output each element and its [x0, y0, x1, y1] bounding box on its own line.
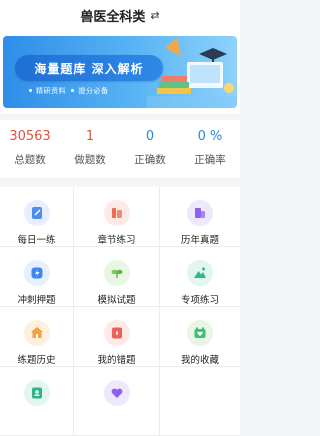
banner-section: 海量题库 深入解析 精研资料 提分必备: [0, 30, 240, 114]
stat-label: 做题数: [74, 154, 106, 166]
building-icon: [187, 200, 213, 226]
study-illustration: [147, 38, 237, 108]
menu-label: 模拟试题: [97, 295, 136, 306]
menu-item-11[interactable]: [74, 367, 160, 436]
stat-accuracy: 0 % 正确率: [180, 120, 240, 178]
house-history-icon: [23, 320, 50, 346]
user-card-icon: [23, 380, 50, 406]
menu-label: 我的收藏: [180, 355, 219, 366]
menu-item-10[interactable]: [0, 367, 74, 436]
menu-sprint-questions[interactable]: 冲刺押题: [0, 247, 74, 307]
book-stack-icon: [103, 200, 130, 226]
menu-label: 练题历史: [17, 355, 56, 366]
stat-label: 正确率: [194, 154, 226, 166]
menu-mock-tests[interactable]: 模拟试题: [74, 247, 160, 307]
stat-value: 1: [85, 129, 95, 144]
menu-empty-cell: [160, 367, 240, 436]
menu-chapter-practice[interactable]: 章节练习: [74, 187, 160, 247]
stats-bar: 30563 总题数 1 做题数 0 正确数 0 % 正确率: [0, 120, 240, 178]
stat-total: 30563 总题数: [0, 120, 60, 178]
page-title[interactable]: 兽医全科类: [80, 6, 145, 25]
app-header: 兽医全科类 ⇄: [0, 0, 240, 30]
menu-label: 专项练习: [180, 295, 219, 306]
feature-grid: 每日一练 章节练习 历年真题 冲刺押题 模拟试题 专项练习 练题历史 我的错题 …: [0, 187, 240, 436]
favorite-folder-icon: [187, 320, 213, 346]
stat-correct: 0 正确数: [120, 120, 180, 178]
menu-daily-practice[interactable]: 每日一练: [0, 187, 74, 247]
stat-done: 1 做题数: [60, 120, 120, 178]
swap-icon[interactable]: ⇄: [150, 9, 159, 22]
edit-icon: [23, 200, 50, 226]
menu-label: 历年真题: [180, 235, 219, 246]
banner-subtitle: 精研资料 提分必备: [29, 86, 108, 96]
menu-my-favorites[interactable]: 我的收藏: [160, 307, 240, 367]
banner-headline: 海量题库 深入解析: [15, 55, 163, 81]
menu-label: 冲刺押题: [17, 295, 56, 306]
menu-my-mistakes[interactable]: 我的错题: [74, 307, 160, 367]
lightning-icon: [23, 260, 50, 286]
stat-label: 总题数: [14, 154, 46, 166]
error-note-icon: [103, 320, 130, 346]
heart-icon: [103, 380, 130, 406]
promo-banner[interactable]: 海量题库 深入解析 精研资料 提分必备: [3, 36, 237, 108]
stat-value: 30563: [9, 129, 51, 144]
stat-value: 0: [145, 129, 155, 144]
sprout-icon: [103, 260, 130, 286]
stat-label: 正确数: [134, 154, 166, 166]
menu-label: 章节练习: [97, 235, 136, 246]
stat-value: 0 %: [197, 129, 223, 144]
menu-practice-history[interactable]: 练题历史: [0, 307, 74, 367]
menu-past-exams[interactable]: 历年真题: [160, 187, 240, 247]
menu-label: 每日一练: [17, 235, 56, 246]
menu-label: 我的错题: [97, 355, 136, 366]
menu-topic-practice[interactable]: 专项练习: [160, 247, 240, 307]
mountain-icon: [187, 260, 213, 286]
